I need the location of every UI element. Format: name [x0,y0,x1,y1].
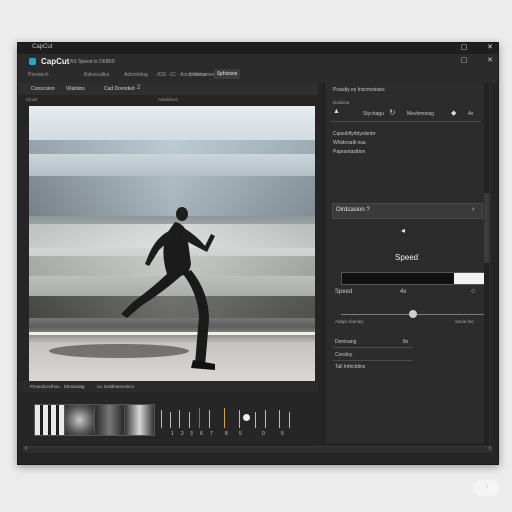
clip-thumbnail[interactable] [94,404,125,436]
list-label: Deninang [335,339,357,345]
section-header[interactable]: Oirdcasion ? › [332,203,483,219]
preview-labels: Cinivt Adstidnos [18,95,318,105]
clip-thumbnail[interactable] [124,404,155,436]
timeline-tick [189,412,190,428]
app-name: CapCut [41,57,70,66]
toolbar-item[interactable]: 4x [468,111,473,117]
timeline-tick [265,410,266,428]
info-line: Whidcnatli nsa [333,140,366,146]
panel-title: Prasdiy ey Inscmstoars [333,87,385,93]
preview-label-right: Adstidnos [158,97,178,102]
capcut-logo-icon [29,58,36,65]
diamond-icon[interactable]: ◆ [451,109,456,117]
toolbar-item[interactable]: Mevkmonsg [407,111,434,117]
list-value: 8x [403,339,409,345]
timeline-number: 6 [200,431,203,437]
properties-panel: Prasdiy ey Inscmstoars Doniieur ▲ Stycha… [324,83,491,443]
scroll-left-icon[interactable]: ‹ [25,445,27,452]
timeline[interactable]: 1 2 3 6 7 8 5 0 5 [29,398,315,442]
timeline-tick [224,408,225,428]
menu-item[interactable]: Pensiech [28,72,49,78]
timeline-tick [279,410,280,428]
maximize-icon[interactable]: ▢ [460,44,468,52]
horizontal-scrollbar[interactable]: ‹ › [23,445,493,453]
divider [331,121,481,122]
toolbar-item[interactable]: Stychagu [363,111,384,117]
chevron-right-icon: › [472,206,475,213]
timeline-tick [239,410,240,428]
speed-label: Speed [335,289,353,295]
timeline-number: 7 [210,431,213,437]
slider-knob[interactable] [408,310,417,318]
reset-icon[interactable]: ○ [471,288,475,295]
video-preview[interactable] [29,106,315,382]
app-subtitle: AS Speed is O6B60 [70,59,115,65]
menu-item[interactable]: Balvocalliur [84,72,110,78]
timeline-header: Pzracdcecthoo Ebnandag co. Ealdmersoinco [18,381,318,392]
tab-bar: Conocsion Vilatidos Cad Dovoded 2 [18,83,318,95]
timeline-number: 2 [181,431,184,437]
tab-counter[interactable]: 2 [137,85,140,91]
timeline-tick [255,412,256,428]
slider-left-label: Adapt olomiey [335,319,364,324]
tab-conocsion[interactable]: Conocsion [31,86,55,92]
list-label: Tall Infectdins [335,364,366,370]
timeline-number: 5 [281,431,284,437]
watermark-badge: ㄱ [473,480,499,496]
divider [333,347,413,348]
timeline-tick [179,410,180,428]
timeline-tick [209,410,210,428]
timeline-tick [161,410,162,428]
timeline-tick [199,408,200,428]
timeline-tick [170,412,171,428]
timeline-label[interactable]: co. Ealdmersoinco [97,384,134,389]
speed-title: Speed [395,253,419,262]
timeline-number: 3 [190,431,193,437]
timeline-number: 1 [171,431,174,437]
section-label: Oirdcasion ? [336,207,370,213]
timeline-tick [289,412,290,428]
window-title: CapCut [32,44,53,50]
panel-subtitle: Doniieur [333,100,350,105]
app-window: CapCut ▢ ✕ CapCut AS Speed is O6B60 ▢ ✕ … [17,42,499,465]
scroll-right-icon[interactable]: › [489,445,491,452]
speed-value: 4x [400,289,407,295]
speed-bar[interactable] [341,272,486,285]
menu-item[interactable]: Adwolrdog [124,72,148,78]
tab-vilatidos[interactable]: Vilatidos [66,86,85,92]
timeline-number: 5 [239,431,242,437]
list-label: Coraloy [335,352,353,358]
speed-bar-fill [453,273,485,284]
active-menu-button[interactable]: Sphiosos [214,69,240,79]
preview-label-left: Cinivt [26,97,38,102]
info-line: Cqasdiifyrbtyolsnbr [333,131,376,137]
back-arrow-icon[interactable]: ◂ [401,226,405,235]
timeline-number: 0 [262,431,265,437]
divider [333,360,413,361]
timeline-number: 8 [225,431,228,437]
slider-right-label: Sacle hio [455,319,474,324]
tab-cad-dovoded[interactable]: Cad Dovoded [104,86,135,92]
scrollbar-thumb[interactable] [484,193,489,263]
app-header: CapCut AS Speed is O6B60 ▢ ✕ Pensiech Ba… [18,54,498,83]
title-bar: CapCut ▢ ✕ [18,43,498,54]
rotate-icon[interactable]: ↻ [389,108,396,117]
vertical-scrollbar[interactable] [484,83,489,443]
clip-thumbnail[interactable] [64,404,95,436]
timeline-label[interactable]: Pzracdcecthoo [30,384,60,389]
playhead-knob[interactable] [243,414,250,421]
close-icon[interactable]: ✕ [486,44,494,52]
info-line: Paprantasttion [333,149,366,155]
close-icon[interactable]: ✕ [486,57,494,65]
restore-icon[interactable]: ▢ [460,57,468,65]
clip-thumbnail[interactable] [34,404,65,436]
timeline-label[interactable]: Ebnandag [64,384,85,389]
up-arrow-icon[interactable]: ▲ [333,108,340,115]
runner-silhouette [49,207,215,370]
